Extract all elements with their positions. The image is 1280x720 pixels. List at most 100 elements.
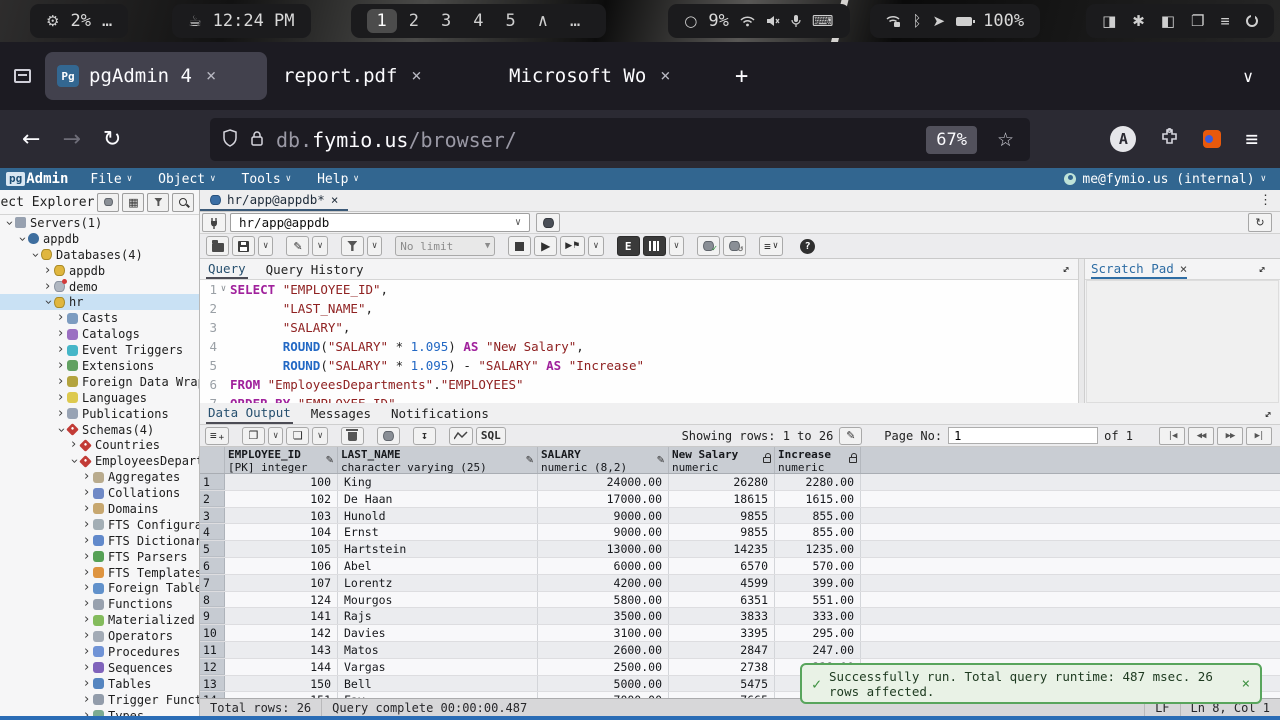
extensions-puzzle-icon[interactable] xyxy=(1160,128,1179,151)
table-cell[interactable]: 1615.00 xyxy=(775,491,861,507)
prev-page-button[interactable]: ◀◀ xyxy=(1188,427,1214,445)
toast-close-icon[interactable]: × xyxy=(1242,676,1250,692)
expand-arrow-icon[interactable]: › xyxy=(54,376,67,388)
tree-item-servers-1[interactable]: ›Servers(1) xyxy=(0,215,199,231)
tab-messages[interactable]: Messages xyxy=(309,403,373,424)
tree-item-employeesdepartments[interactable]: ›EmployeesDepartments xyxy=(0,453,199,469)
row-number-cell[interactable]: 11 xyxy=(200,642,225,658)
zoom-level-button[interactable]: 67% xyxy=(926,126,977,154)
search-objects-button[interactable] xyxy=(172,193,194,212)
table-cell[interactable]: 2600.00 xyxy=(538,642,669,658)
tree-item-extensions[interactable]: ›Extensions xyxy=(0,358,199,374)
table-cell[interactable]: 102 xyxy=(225,491,338,507)
browser-tab[interactable]: report.pdf× xyxy=(271,52,493,100)
expand-arrow-icon[interactable]: › xyxy=(41,265,54,277)
tab-query[interactable]: Query xyxy=(206,259,248,279)
execute-button[interactable]: ▶ xyxy=(534,236,557,256)
last-page-button[interactable]: ▶| xyxy=(1246,427,1272,445)
menu-icon[interactable]: ≡ xyxy=(1245,127,1258,151)
menu-file[interactable]: File∨ xyxy=(90,172,132,187)
expand-arrow-icon[interactable]: › xyxy=(80,503,93,515)
table-cell[interactable]: 2847 xyxy=(669,642,775,658)
table-cell[interactable]: 9855 xyxy=(669,524,775,540)
table-cell[interactable]: 100 xyxy=(225,474,338,490)
expand-arrow-icon[interactable]: › xyxy=(80,694,93,706)
browser-tab[interactable]: Microsoft Wo× xyxy=(497,52,719,100)
cpu-indicator[interactable]: ⚙ 2% … xyxy=(30,4,128,38)
connection-select[interactable]: hr/app@appdb ∨ xyxy=(230,213,530,232)
new-tab-button[interactable]: + xyxy=(735,64,748,89)
table-cell[interactable]: 5800.00 xyxy=(538,592,669,608)
paste-dropdown[interactable]: ∨ xyxy=(312,427,327,445)
expand-arrow-icon[interactable]: › xyxy=(80,646,93,658)
table-cell[interactable]: 9000.00 xyxy=(538,524,669,540)
rollback-button[interactable]: ↺ xyxy=(723,236,746,256)
expand-arrow-icon[interactable]: › xyxy=(54,408,67,420)
expand-arrow-icon[interactable]: › xyxy=(80,678,93,690)
connect-server-button[interactable] xyxy=(97,193,119,212)
table-cell[interactable]: 1235.00 xyxy=(775,541,861,557)
tree-item-catalogs[interactable]: ›Catalogs xyxy=(0,326,199,342)
row-number-cell[interactable]: 8 xyxy=(200,592,225,608)
tree-item-schemas-4[interactable]: ›Schemas(4) xyxy=(0,422,199,438)
clipboard-icon[interactable]: ◧ xyxy=(1161,12,1175,30)
table-cell[interactable]: 6570 xyxy=(669,558,775,574)
tree-item-types[interactable]: ›Types xyxy=(0,708,199,716)
tree-item-hr[interactable]: ›hr xyxy=(0,294,199,310)
tree-item-casts[interactable]: ›Casts xyxy=(0,310,199,326)
row-number-cell[interactable]: 5 xyxy=(200,541,225,557)
column-header-salary[interactable]: SALARYnumeric (8,2)✎ xyxy=(538,447,669,473)
copy-dropdown[interactable]: ∨ xyxy=(268,427,283,445)
table-cell[interactable]: 5000.00 xyxy=(538,676,669,692)
expand-arrow-icon[interactable]: › xyxy=(80,471,93,483)
filter-button[interactable] xyxy=(147,193,169,212)
delete-row-button[interactable] xyxy=(341,427,364,445)
table-cell[interactable]: 2280.00 xyxy=(775,474,861,490)
workspace-button[interactable]: 4 xyxy=(463,9,493,33)
expand-arrow-icon[interactable]: › xyxy=(80,567,93,579)
table-cell[interactable]: Bell xyxy=(338,676,538,692)
tree-item-tables[interactable]: ›Tables xyxy=(0,676,199,692)
expand-arrow-icon[interactable]: › xyxy=(80,519,93,531)
table-cell[interactable]: 18615 xyxy=(669,491,775,507)
menu-tools[interactable]: Tools∨ xyxy=(242,172,292,187)
table-cell[interactable]: 106 xyxy=(225,558,338,574)
table-cell[interactable]: 2500.00 xyxy=(538,659,669,675)
addon-icon[interactable] xyxy=(1203,130,1221,148)
table-cell[interactable]: 13000.00 xyxy=(538,541,669,557)
table-cell[interactable]: 124 xyxy=(225,592,338,608)
graph-visualiser-button[interactable] xyxy=(449,427,473,445)
list-all-tabs-icon[interactable]: ∨ xyxy=(1242,67,1254,86)
download-button[interactable]: ↧ xyxy=(413,427,436,445)
bookmark-star-icon[interactable]: ☆ xyxy=(997,129,1014,151)
sql-editor[interactable]: 1∨SELECT "EMPLOYEE_ID",2 "LAST_NAME",3 "… xyxy=(200,280,1078,403)
table-cell[interactable]: King xyxy=(338,474,538,490)
tree-item-foreign-data-wrappers[interactable]: ›Foreign Data Wrappers xyxy=(0,374,199,390)
tree-item-fts-parsers[interactable]: ›FTS Parsers xyxy=(0,549,199,565)
table-cell[interactable]: 104 xyxy=(225,524,338,540)
account-icon[interactable]: A xyxy=(1110,126,1136,152)
screenshot-icon[interactable]: ◨ xyxy=(1102,12,1116,30)
workspace-button[interactable]: 3 xyxy=(431,9,461,33)
paste-button[interactable]: ❏ xyxy=(286,427,309,445)
files-icon[interactable]: ❐ xyxy=(1191,12,1204,30)
table-cell[interactable]: 9000.00 xyxy=(538,508,669,524)
edit-dropdown[interactable]: ∨ xyxy=(312,236,327,256)
workspace-switcher[interactable]: 12345∧… xyxy=(351,4,607,38)
table-cell[interactable]: 17000.00 xyxy=(538,491,669,507)
quick-settings[interactable]: ◨ ✱ ◧ ❐ ≡ xyxy=(1086,4,1273,38)
table-cell[interactable]: Mourgos xyxy=(338,592,538,608)
refresh-layout-button[interactable]: ↻ xyxy=(1248,213,1272,232)
expand-panel-icon[interactable]: ↕ xyxy=(1059,261,1074,276)
close-tab-icon[interactable]: × xyxy=(331,192,339,207)
tree-item-fts-dictionaries[interactable]: ›FTS Dictionaries xyxy=(0,533,199,549)
tree-item-operators[interactable]: ›Operators xyxy=(0,628,199,644)
tab-notifications[interactable]: Notifications xyxy=(389,403,491,424)
table-cell[interactable]: 4599 xyxy=(669,575,775,591)
open-file-button[interactable] xyxy=(206,236,229,256)
tab-data-output[interactable]: Data Output xyxy=(206,403,293,424)
library-icon[interactable] xyxy=(14,69,31,83)
tree-item-procedures[interactable]: ›Procedures xyxy=(0,644,199,660)
table-cell[interactable]: 150 xyxy=(225,676,338,692)
lock-icon[interactable] xyxy=(250,128,264,152)
